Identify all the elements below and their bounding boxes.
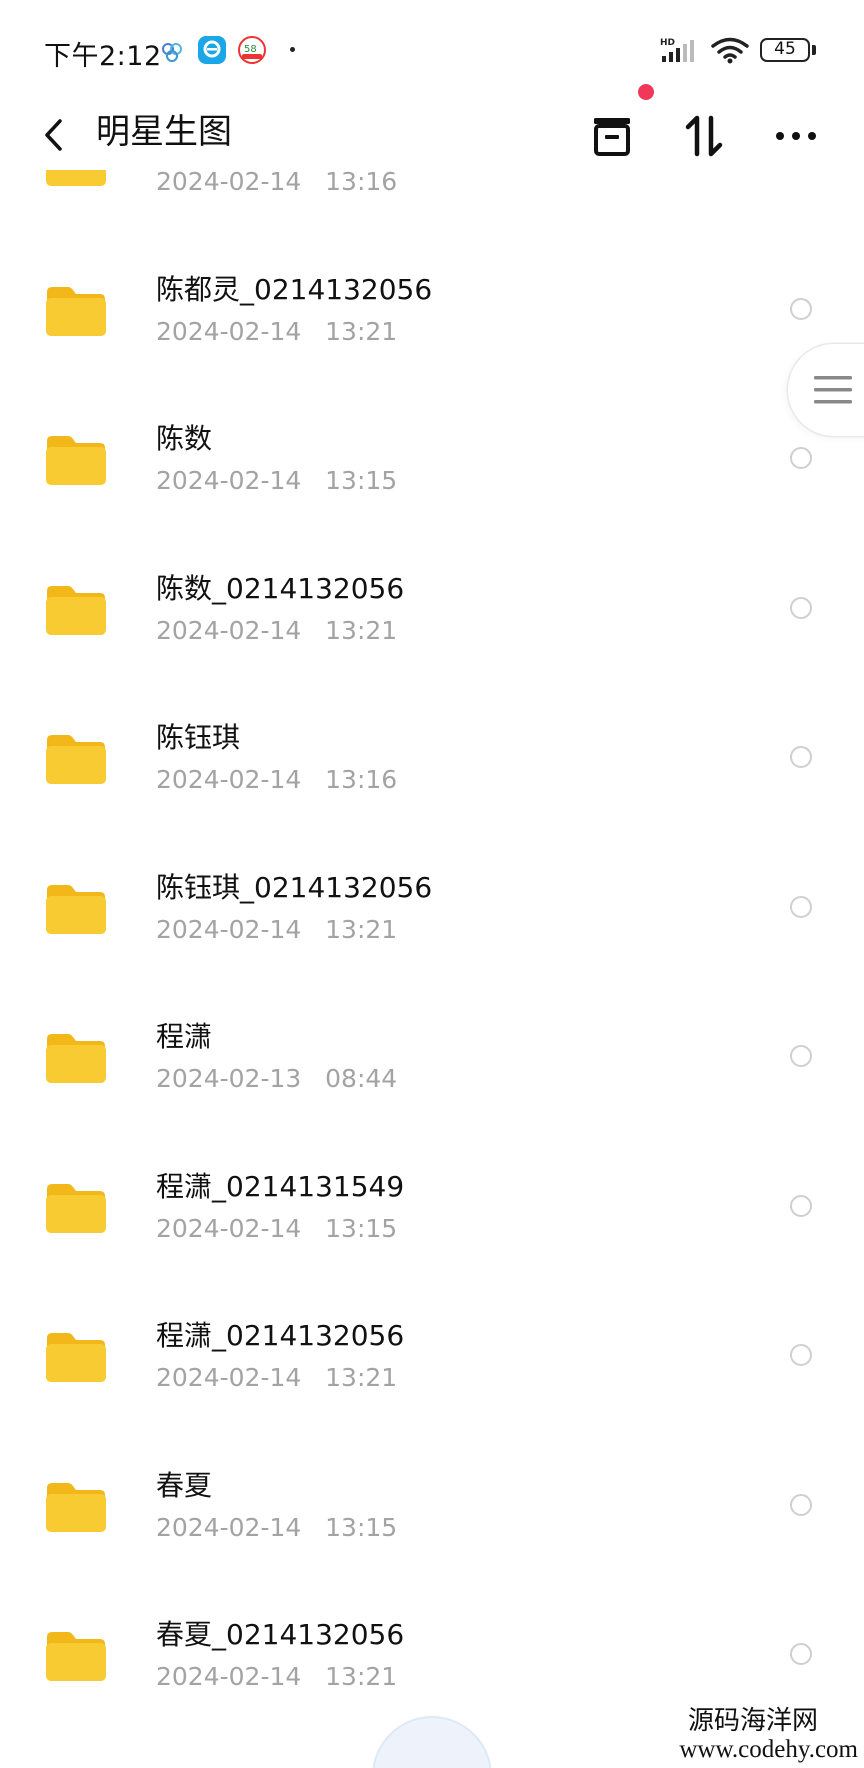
folder-row[interactable]: 陈数 2024-02-14 13:15 bbox=[0, 335, 864, 495]
archive-icon bbox=[594, 118, 630, 156]
folder-icon bbox=[44, 882, 108, 936]
select-checkbox[interactable] bbox=[790, 447, 812, 469]
watermark: 源码海洋网 www.codehy.com bbox=[679, 1706, 858, 1764]
select-checkbox[interactable] bbox=[790, 895, 812, 918]
folder-name: 程潇_0214132056 bbox=[156, 1319, 405, 1352]
status-overflow-dot bbox=[290, 47, 295, 52]
select-checkbox[interactable] bbox=[790, 1045, 812, 1067]
folder-list: 2024-02-14 13:16 陈都灵_0214132056 2024-02-14… bbox=[0, 0, 864, 1768]
folder-name: 春夏_0214132056 bbox=[156, 1618, 405, 1651]
folder-name: 陈都灵_0214132056 bbox=[156, 272, 433, 306]
select-checkbox[interactable] bbox=[790, 297, 812, 320]
folder-icon bbox=[44, 1629, 108, 1683]
notification-dot bbox=[638, 84, 654, 100]
battery-icon: 45 bbox=[760, 38, 810, 62]
back-button[interactable] bbox=[36, 110, 72, 160]
status-time: 下午2:12 bbox=[44, 41, 162, 72]
app-bar: 明星生图 bbox=[0, 100, 864, 190]
folder-icon bbox=[44, 1480, 108, 1534]
folder-icon bbox=[44, 1031, 108, 1085]
more-icon bbox=[776, 132, 816, 140]
folder-name: 程潇_0214131549 bbox=[156, 1169, 405, 1203]
folder-row[interactable]: 程潇_0214131549 2024-02-14 13:15 bbox=[0, 1083, 864, 1243]
folder-name: 程潇 bbox=[156, 1020, 213, 1053]
folder-name: 春夏 bbox=[156, 1468, 213, 1502]
select-checkbox[interactable] bbox=[790, 746, 812, 768]
sort-icon bbox=[685, 115, 723, 157]
chevron-left-icon bbox=[45, 119, 62, 151]
svg-text:HD: HD bbox=[660, 38, 675, 48]
status-bar: 下午2:12 58 HD 45 bbox=[0, 0, 864, 100]
file-manager-screen: 2024-02-14 13:16 陈都灵_0214132056 2024-02-14… bbox=[0, 0, 864, 1768]
folder-row[interactable]: 陈钰琪 2024-02-14 13:16 bbox=[0, 634, 864, 794]
folder-name: 陈钰琪 bbox=[156, 721, 241, 754]
battery-tip bbox=[812, 45, 816, 55]
watermark-url: www.codehy.com bbox=[679, 1736, 858, 1763]
folder-icon bbox=[44, 732, 108, 786]
folder-row[interactable]: 陈都灵_0214132056 2024-02-14 13:21 bbox=[0, 186, 864, 346]
folder-name: 陈钰琪_0214132056 bbox=[156, 870, 433, 904]
folder-icon bbox=[44, 1330, 108, 1384]
select-checkbox[interactable] bbox=[790, 596, 812, 619]
more-button[interactable] bbox=[766, 106, 826, 166]
folder-date: 2024-02-14 13:21 bbox=[156, 1662, 398, 1691]
menu-lines-icon bbox=[814, 376, 852, 404]
select-checkbox[interactable] bbox=[790, 1194, 812, 1217]
select-checkbox[interactable] bbox=[790, 1643, 812, 1665]
folder-row[interactable]: 春夏_0214132056 2024-02-14 13:21 bbox=[0, 1531, 864, 1691]
folder-row[interactable]: 陈钰琪_0214132056 2024-02-14 13:21 bbox=[0, 784, 864, 944]
folder-row[interactable]: 程潇 2024-02-13 08:44 bbox=[0, 933, 864, 1093]
watermark-title: 源码海洋网 bbox=[687, 1706, 818, 1735]
folder-icon bbox=[44, 433, 108, 487]
folder-row[interactable]: 春夏 2024-02-14 13:15 bbox=[0, 1382, 864, 1542]
select-checkbox[interactable] bbox=[790, 1344, 812, 1366]
folder-row[interactable]: 程潇_0214132056 2024-02-14 13:21 bbox=[0, 1232, 864, 1392]
svg-text:58: 58 bbox=[244, 44, 257, 55]
signal-icon: HD bbox=[660, 36, 700, 68]
wifi-icon bbox=[710, 36, 750, 68]
archive-button[interactable] bbox=[582, 106, 642, 166]
folder-name: 陈数_0214132056 bbox=[156, 571, 405, 605]
page-title: 明星生图 bbox=[96, 112, 232, 152]
folder-row[interactable]: 陈数_0214132056 2024-02-14 13:21 bbox=[0, 485, 864, 645]
app-icon-2 bbox=[198, 36, 226, 64]
app-icon-58: 58 bbox=[238, 36, 266, 64]
folder-icon bbox=[44, 284, 108, 338]
select-checkbox[interactable] bbox=[790, 1493, 812, 1516]
folder-icon bbox=[44, 1181, 108, 1235]
folder-name: 陈数 bbox=[156, 422, 213, 455]
app-icon-1 bbox=[160, 40, 184, 64]
sort-button[interactable] bbox=[674, 106, 734, 166]
folder-icon bbox=[44, 583, 108, 637]
